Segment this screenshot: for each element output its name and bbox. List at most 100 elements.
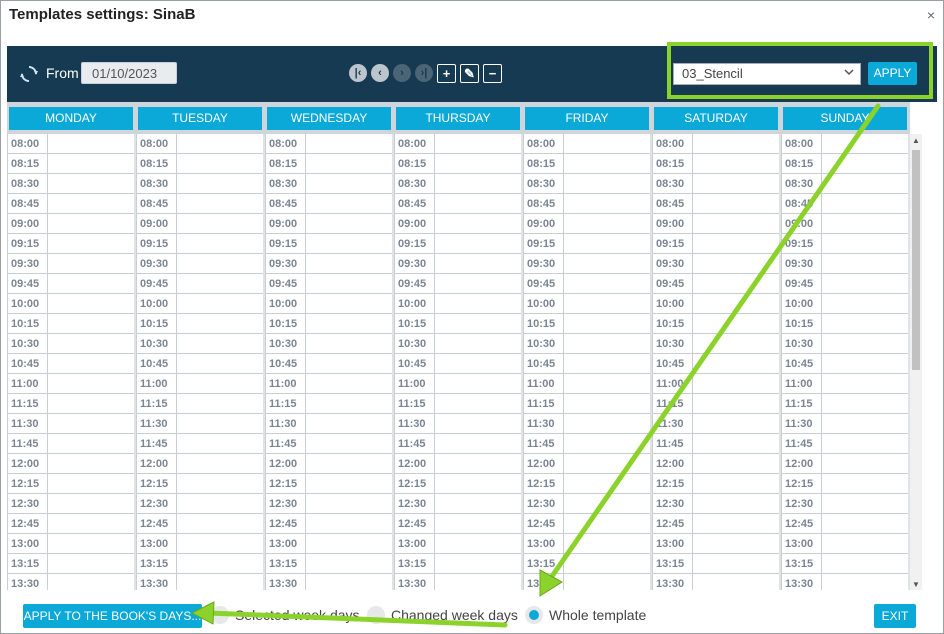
time-slot[interactable]: 12:00 bbox=[653, 454, 779, 474]
time-slot[interactable]: 10:45 bbox=[782, 354, 908, 374]
slot-area[interactable] bbox=[435, 334, 521, 353]
time-slot[interactable]: 09:45 bbox=[782, 274, 908, 294]
time-slot[interactable]: 08:00 bbox=[524, 134, 650, 154]
slot-area[interactable] bbox=[693, 214, 779, 233]
slot-area[interactable] bbox=[177, 274, 263, 293]
slot-area[interactable] bbox=[48, 394, 134, 413]
time-slot[interactable]: 12:15 bbox=[653, 474, 779, 494]
time-slot[interactable]: 09:15 bbox=[137, 234, 263, 254]
slot-area[interactable] bbox=[435, 274, 521, 293]
time-slot[interactable]: 13:15 bbox=[524, 554, 650, 574]
slot-area[interactable] bbox=[435, 214, 521, 233]
slot-area[interactable] bbox=[177, 314, 263, 333]
time-slot[interactable]: 13:30 bbox=[137, 574, 263, 590]
time-slot[interactable]: 10:30 bbox=[395, 334, 521, 354]
slot-area[interactable] bbox=[693, 474, 779, 493]
slot-area[interactable] bbox=[177, 294, 263, 313]
time-slot[interactable]: 12:30 bbox=[8, 494, 134, 514]
vertical-scrollbar[interactable]: ▲ ▼ bbox=[910, 134, 922, 590]
time-slot[interactable]: 13:15 bbox=[137, 554, 263, 574]
time-slot[interactable]: 09:45 bbox=[395, 274, 521, 294]
slot-area[interactable] bbox=[177, 334, 263, 353]
slot-area[interactable] bbox=[822, 254, 908, 273]
slot-area[interactable] bbox=[564, 334, 650, 353]
time-slot[interactable]: 13:00 bbox=[782, 534, 908, 554]
radio-circle[interactable] bbox=[367, 606, 385, 624]
time-slot[interactable]: 10:30 bbox=[524, 334, 650, 354]
time-slot[interactable]: 09:15 bbox=[266, 234, 392, 254]
exit-button[interactable]: EXIT bbox=[874, 604, 916, 628]
slot-area[interactable] bbox=[48, 494, 134, 513]
slot-area[interactable] bbox=[822, 194, 908, 213]
slot-area[interactable] bbox=[822, 394, 908, 413]
slot-area[interactable] bbox=[306, 194, 392, 213]
time-slot[interactable]: 11:15 bbox=[266, 394, 392, 414]
slot-area[interactable] bbox=[564, 174, 650, 193]
time-slot[interactable]: 09:30 bbox=[524, 254, 650, 274]
slot-area[interactable] bbox=[564, 474, 650, 493]
slot-area[interactable] bbox=[693, 334, 779, 353]
slot-area[interactable] bbox=[564, 134, 650, 153]
time-slot[interactable]: 12:00 bbox=[266, 454, 392, 474]
time-slot[interactable]: 08:30 bbox=[137, 174, 263, 194]
time-slot[interactable]: 12:00 bbox=[8, 454, 134, 474]
slot-area[interactable] bbox=[306, 374, 392, 393]
time-slot[interactable]: 08:00 bbox=[653, 134, 779, 154]
time-slot[interactable]: 10:45 bbox=[395, 354, 521, 374]
slot-area[interactable] bbox=[693, 454, 779, 473]
slot-area[interactable] bbox=[822, 434, 908, 453]
slot-area[interactable] bbox=[435, 494, 521, 513]
slot-area[interactable] bbox=[564, 374, 650, 393]
slot-area[interactable] bbox=[177, 374, 263, 393]
first-page-icon[interactable]: |‹ bbox=[349, 64, 367, 82]
radio-selected-week-days[interactable]: Selected week days bbox=[211, 606, 360, 624]
slot-area[interactable] bbox=[177, 554, 263, 573]
slot-area[interactable] bbox=[564, 454, 650, 473]
time-slot[interactable]: 12:45 bbox=[137, 514, 263, 534]
time-slot[interactable]: 12:45 bbox=[653, 514, 779, 534]
slot-area[interactable] bbox=[435, 234, 521, 253]
slot-area[interactable] bbox=[693, 194, 779, 213]
slot-area[interactable] bbox=[822, 294, 908, 313]
time-slot[interactable]: 10:15 bbox=[653, 314, 779, 334]
slot-area[interactable] bbox=[48, 214, 134, 233]
time-slot[interactable]: 13:00 bbox=[266, 534, 392, 554]
slot-area[interactable] bbox=[177, 154, 263, 173]
slot-area[interactable] bbox=[822, 234, 908, 253]
slot-area[interactable] bbox=[48, 474, 134, 493]
slot-area[interactable] bbox=[48, 334, 134, 353]
slot-area[interactable] bbox=[693, 394, 779, 413]
radio-whole-template[interactable]: Whole template bbox=[525, 606, 646, 624]
time-slot[interactable]: 11:00 bbox=[266, 374, 392, 394]
time-slot[interactable]: 12:15 bbox=[524, 474, 650, 494]
next-icon[interactable]: › bbox=[393, 64, 411, 82]
previous-icon[interactable]: ‹ bbox=[371, 64, 389, 82]
slot-area[interactable] bbox=[306, 534, 392, 553]
slot-area[interactable] bbox=[177, 354, 263, 373]
slot-area[interactable] bbox=[693, 294, 779, 313]
slot-area[interactable] bbox=[177, 234, 263, 253]
time-slot[interactable]: 08:45 bbox=[137, 194, 263, 214]
slot-area[interactable] bbox=[48, 434, 134, 453]
time-slot[interactable]: 10:00 bbox=[395, 294, 521, 314]
slot-area[interactable] bbox=[693, 154, 779, 173]
slot-area[interactable] bbox=[435, 294, 521, 313]
time-slot[interactable]: 08:30 bbox=[782, 174, 908, 194]
slot-area[interactable] bbox=[435, 514, 521, 533]
scrollbar-thumb[interactable] bbox=[912, 150, 920, 370]
time-slot[interactable]: 11:15 bbox=[137, 394, 263, 414]
slot-area[interactable] bbox=[48, 574, 134, 590]
time-slot[interactable]: 12:00 bbox=[395, 454, 521, 474]
refresh-icon[interactable] bbox=[19, 64, 39, 84]
time-slot[interactable]: 12:30 bbox=[782, 494, 908, 514]
slot-area[interactable] bbox=[306, 414, 392, 433]
slot-area[interactable] bbox=[177, 414, 263, 433]
time-slot[interactable]: 09:15 bbox=[653, 234, 779, 254]
time-slot[interactable]: 09:30 bbox=[137, 254, 263, 274]
slot-area[interactable] bbox=[822, 474, 908, 493]
time-slot[interactable]: 09:30 bbox=[8, 254, 134, 274]
slot-area[interactable] bbox=[177, 174, 263, 193]
slot-area[interactable] bbox=[564, 434, 650, 453]
slot-area[interactable] bbox=[564, 354, 650, 373]
slot-area[interactable] bbox=[48, 414, 134, 433]
